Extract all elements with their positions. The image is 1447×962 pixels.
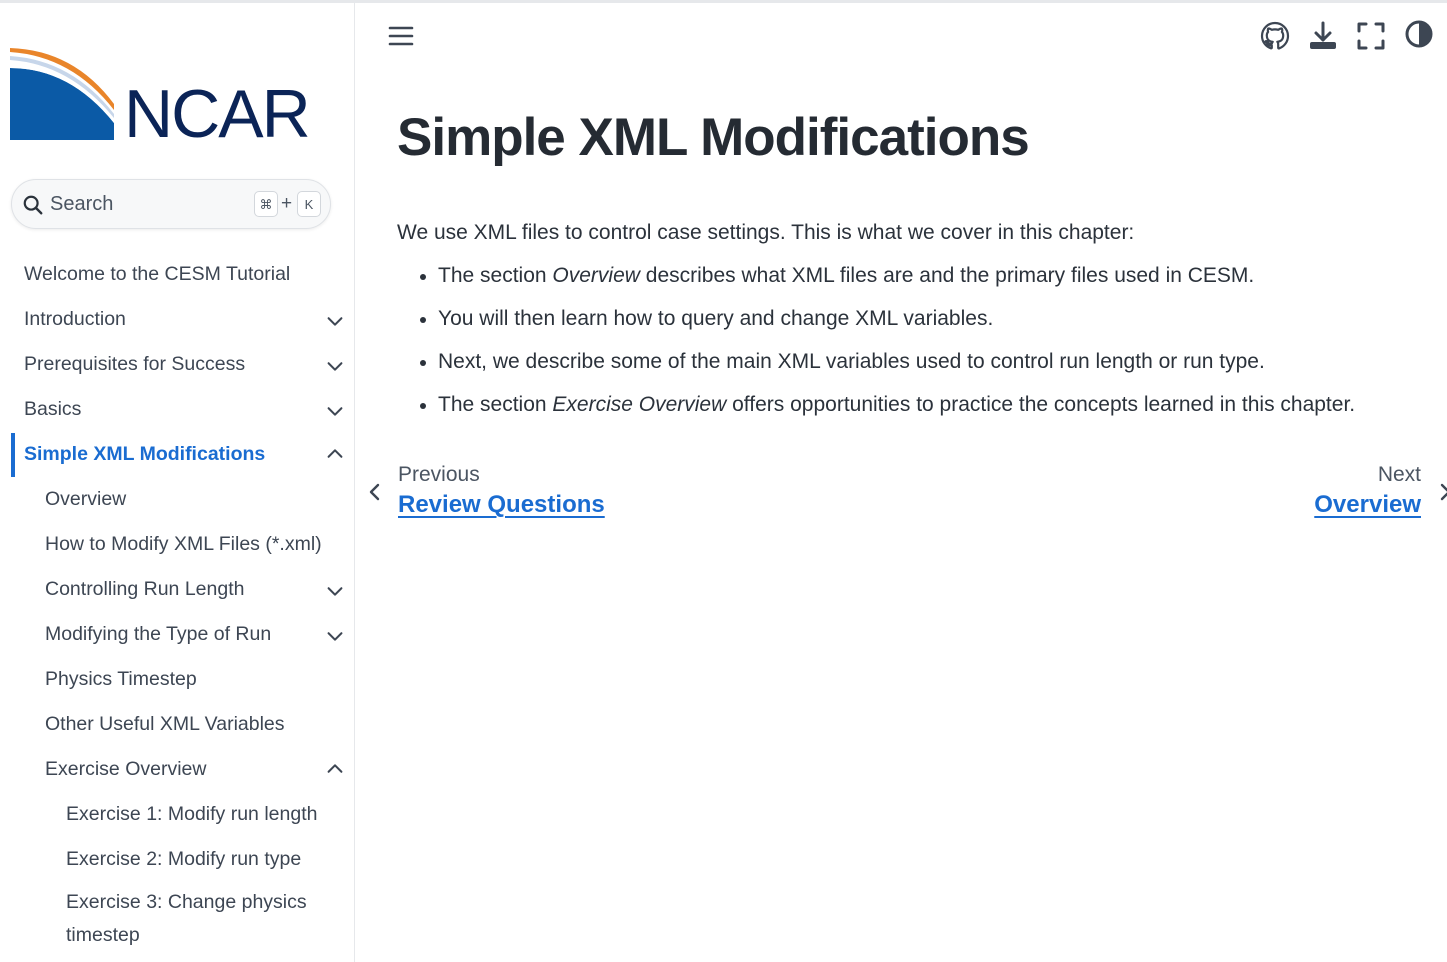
theme-toggle-icon[interactable] (1403, 18, 1435, 50)
chevron-up-icon[interactable] (324, 758, 346, 780)
previous-page-link[interactable]: Review Questions (398, 491, 605, 519)
chevron-down-icon[interactable] (324, 580, 346, 602)
shortcut-plus: + (281, 193, 293, 214)
sidebar-item-simple-xml-modifications[interactable]: Simple XML Modifications (0, 435, 354, 475)
overview-emphasis: Overview (552, 264, 640, 287)
sidebar-item-welcome[interactable]: Welcome to the CESM Tutorial (0, 255, 354, 295)
chapter-bullet-list: The section Overview describes what XML … (417, 261, 1355, 433)
search-button[interactable]: Search ⌘ + K (11, 179, 331, 229)
sidebar-item-label: Exercise 3: Change physics timestep (66, 891, 307, 946)
next-page-link[interactable]: Overview (1314, 491, 1421, 519)
sidebar-item-other-useful-xml[interactable]: Other Useful XML Variables (0, 705, 354, 745)
sidebar-item-label: Exercise Overview (45, 758, 207, 780)
sidebar-item-label: Exercise 2: Modify run type (66, 848, 302, 870)
hamburger-icon[interactable] (388, 23, 414, 49)
chevron-down-icon[interactable] (324, 625, 346, 647)
list-item: The section Overview describes what XML … (417, 261, 1355, 304)
chevron-left-icon[interactable] (365, 481, 385, 503)
sidebar-item-label: Overview (45, 488, 127, 510)
sidebar-item-label: Exercise 1: Modify run length (66, 803, 318, 825)
sidebar-item-modifying-type-of-run[interactable]: Modifying the Type of Run (0, 615, 354, 655)
download-icon[interactable] (1307, 20, 1339, 52)
intro-paragraph: We use XML files to control case setting… (397, 221, 1135, 244)
shortcut-key-command: ⌘ (254, 191, 278, 217)
sidebar-item-label: Basics (24, 398, 82, 420)
sidebar-item-label: Physics Timestep (45, 668, 197, 690)
sidebar: NCAR Search ⌘ + K Welcome to the CESM Tu… (0, 3, 355, 962)
sidebar-item-exercise-overview[interactable]: Exercise Overview (0, 750, 354, 790)
search-label: Search (50, 193, 114, 215)
list-item: Next, we describe some of the main XML v… (417, 347, 1355, 390)
github-icon[interactable] (1259, 20, 1291, 52)
chevron-down-icon[interactable] (324, 310, 346, 332)
sidebar-item-label: Prerequisites for Success (24, 353, 246, 375)
sidebar-item-label: Other Useful XML Variables (45, 713, 285, 735)
ncar-logo-mark-icon (10, 48, 114, 140)
chevron-down-icon[interactable] (324, 355, 346, 377)
main-content: Simple XML Modifications We use XML file… (355, 3, 1447, 962)
shortcut-key-k: K (297, 191, 321, 217)
chevron-right-icon[interactable] (1435, 481, 1447, 503)
sidebar-item-exercise-3[interactable]: Exercise 3: Change physics timestep (0, 885, 354, 955)
sidebar-item-prerequisites[interactable]: Prerequisites for Success (0, 345, 354, 385)
sidebar-item-how-to-modify-xml[interactable]: How to Modify XML Files (*.xml) (0, 525, 354, 565)
sidebar-item-overview[interactable]: Overview (0, 480, 354, 520)
page-title: Simple XML Modifications (397, 108, 1030, 167)
sidebar-item-controlling-run-length[interactable]: Controlling Run Length (0, 570, 354, 610)
ncar-logo-text: NCAR (124, 76, 311, 152)
sidebar-item-exercise-1[interactable]: Exercise 1: Modify run length (0, 795, 354, 835)
chevron-up-icon[interactable] (324, 443, 346, 465)
chevron-down-icon[interactable] (324, 400, 346, 422)
sidebar-item-label: Introduction (24, 308, 126, 330)
exercise-overview-emphasis: Exercise Overview (552, 393, 727, 416)
sidebar-item-exercise-2[interactable]: Exercise 2: Modify run type (0, 840, 354, 880)
sidebar-item-label: Modifying the Type of Run (45, 623, 272, 645)
sidebar-item-physics-timestep[interactable]: Physics Timestep (0, 660, 354, 700)
list-item: The section Exercise Overview offers opp… (417, 390, 1355, 433)
sidebar-item-label: Controlling Run Length (45, 578, 245, 600)
sidebar-item-label: Welcome to the CESM Tutorial (24, 263, 291, 285)
list-item: You will then learn how to query and cha… (417, 304, 1355, 347)
sidebar-item-label: How to Modify XML Files (*.xml) (45, 533, 322, 555)
fullscreen-icon[interactable] (1355, 20, 1387, 52)
sidebar-item-basics[interactable]: Basics (0, 390, 354, 430)
search-icon (23, 195, 43, 215)
sidebar-item-label: Simple XML Modifications (24, 443, 266, 465)
next-label: Next (1377, 463, 1421, 486)
previous-label: Previous (398, 463, 480, 486)
sidebar-item-introduction[interactable]: Introduction (0, 300, 354, 340)
